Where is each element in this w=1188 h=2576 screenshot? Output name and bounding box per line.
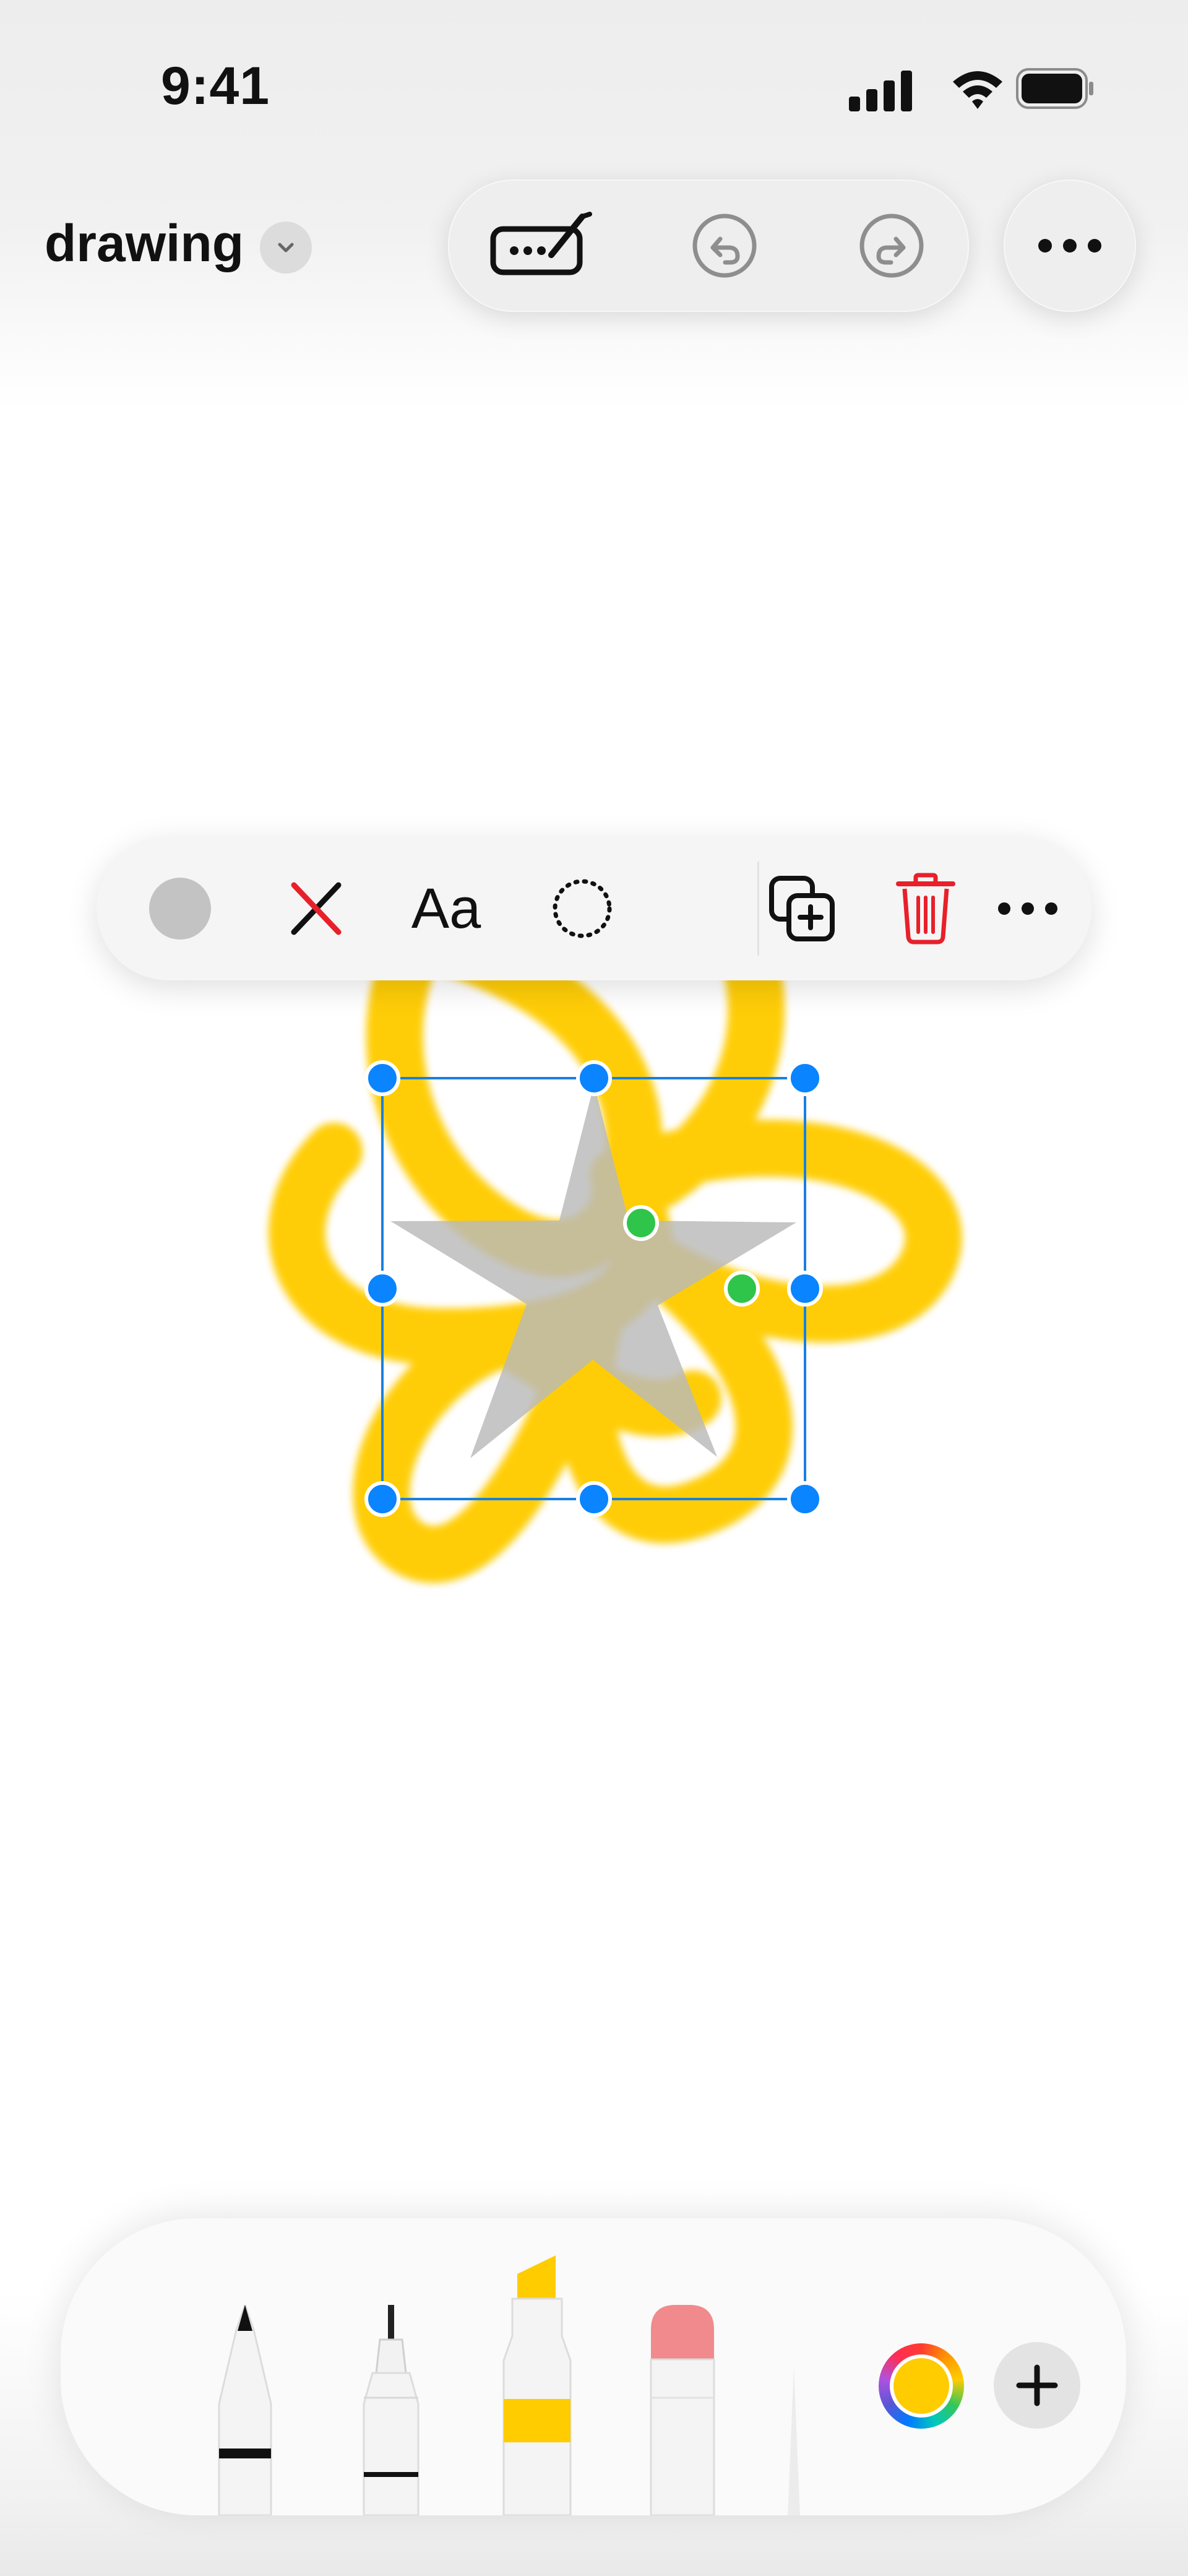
tool-picker — [61, 2218, 1126, 2515]
gray-fill-swatch-icon — [149, 878, 211, 940]
border-style-button[interactable] — [530, 837, 635, 980]
add-tool-button[interactable] — [994, 2342, 1080, 2429]
dotted-circle-icon — [553, 879, 612, 938]
handle-top-left — [364, 1060, 400, 1096]
more-options-button[interactable] — [975, 837, 1080, 980]
eraser-tool[interactable] — [642, 2305, 723, 2515]
selection-context-menu: Aa — [97, 837, 1091, 980]
handle-right — [787, 1271, 823, 1307]
fill-color-button[interactable] — [127, 837, 233, 980]
trash-icon — [896, 873, 955, 944]
stroke-color-button[interactable] — [264, 837, 369, 980]
color-well-ring — [890, 2354, 953, 2418]
fineliner-tool[interactable] — [354, 2305, 428, 2515]
ellipsis-icon — [998, 902, 1057, 915]
handle-top — [576, 1060, 612, 1096]
no-stroke-icon — [291, 882, 342, 935]
drawing-canvas[interactable] — [0, 0, 1188, 2576]
control-handle-inner — [623, 1205, 659, 1241]
handle-left — [364, 1271, 400, 1307]
duplicate-button[interactable] — [746, 837, 858, 980]
current-color-swatch — [893, 2358, 949, 2414]
pen-tool[interactable] — [208, 2305, 282, 2515]
ruler-tool[interactable] — [781, 2367, 806, 2515]
plus-icon — [1016, 2364, 1058, 2406]
control-handle-points — [724, 1271, 760, 1307]
delete-button[interactable] — [873, 837, 978, 980]
handle-bottom-left — [364, 1481, 400, 1517]
handle-bottom-right — [787, 1481, 823, 1517]
handle-top-right — [787, 1060, 823, 1096]
highlighter-tool[interactable] — [494, 2255, 580, 2515]
duplicate-icon — [769, 876, 835, 941]
text-style-button[interactable]: Aa — [384, 837, 508, 980]
color-picker-button[interactable] — [879, 2343, 964, 2429]
handle-bottom — [576, 1481, 612, 1517]
